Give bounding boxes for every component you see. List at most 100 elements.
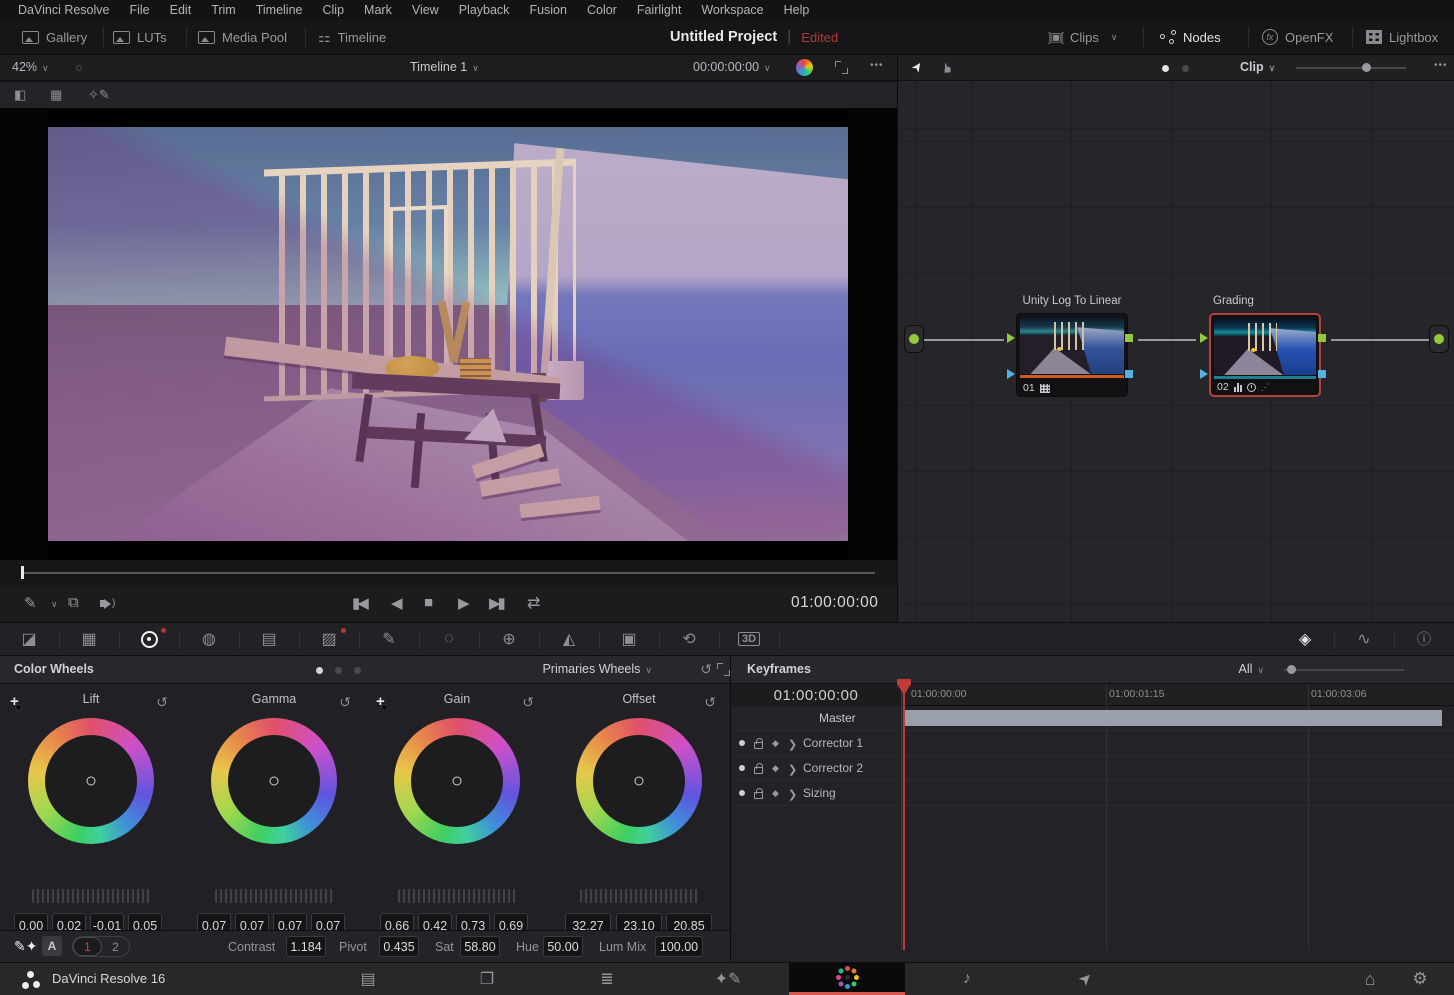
- key-output-port[interactable]: [1318, 370, 1326, 378]
- rgb-input-port[interactable]: [1007, 333, 1015, 343]
- node-mode-selector[interactable]: Clip∨: [1240, 60, 1275, 74]
- rgb-output-port[interactable]: [1318, 334, 1326, 342]
- expand-panel-icon[interactable]: [717, 663, 730, 676]
- auto-balance-icon[interactable]: A: [42, 936, 62, 956]
- video-viewer[interactable]: [0, 108, 897, 560]
- keyframe-diamond-icon[interactable]: ◆: [772, 788, 779, 799]
- loop-icon[interactable]: ⇄: [527, 593, 540, 613]
- expand-viewer-icon[interactable]: [835, 61, 848, 74]
- grid-view-icon[interactable]: ▦: [50, 87, 62, 103]
- reset-all-icon[interactable]: ↺: [700, 661, 712, 678]
- keyframes-playhead[interactable]: [903, 684, 905, 950]
- chevron-right-icon[interactable]: ❯: [788, 788, 797, 801]
- menu-timeline[interactable]: Timeline: [246, 0, 313, 20]
- reset-icon[interactable]: ↺: [156, 694, 168, 711]
- power-windows-icon[interactable]: ◌: [429, 623, 469, 655]
- clip-timecode[interactable]: 00:00:00:00∨: [693, 60, 771, 74]
- lum-mix-value[interactable]: 100.00: [655, 936, 703, 957]
- magic-wand-icon[interactable]: ✧✎: [88, 87, 110, 103]
- scrubber-track[interactable]: [23, 572, 875, 574]
- master-track-bar[interactable]: [904, 710, 1442, 726]
- key-input-port[interactable]: [1200, 369, 1208, 379]
- media-page-icon[interactable]: ▤: [338, 963, 398, 995]
- pivot-value[interactable]: 0.435: [379, 936, 419, 957]
- sat-value[interactable]: 58.80: [460, 936, 500, 957]
- key-output-port[interactable]: [1125, 370, 1133, 378]
- sizing-icon[interactable]: ▣: [609, 623, 649, 655]
- viewer-options-icon[interactable]: •••: [870, 60, 884, 71]
- menu-view[interactable]: View: [402, 0, 449, 20]
- 3d-icon[interactable]: 3D: [729, 623, 769, 655]
- menu-workspace[interactable]: Workspace: [691, 0, 773, 20]
- fairlight-page-icon[interactable]: ♪: [937, 963, 997, 995]
- reset-icon[interactable]: ↺: [704, 694, 716, 711]
- stabilizer-icon[interactable]: ⟲: [669, 623, 709, 655]
- menu-fusion[interactable]: Fusion: [519, 0, 577, 20]
- scopes-icon[interactable]: ∿: [1344, 623, 1384, 655]
- color-picker-icon[interactable]: ✎: [24, 594, 37, 612]
- node-01[interactable]: 01: [1016, 313, 1128, 397]
- gallery-button[interactable]: Gallery: [22, 20, 87, 54]
- cut-page-icon[interactable]: ❐: [457, 963, 517, 995]
- menu-help[interactable]: Help: [774, 0, 820, 20]
- menu-file[interactable]: File: [119, 0, 159, 20]
- timeline-selector[interactable]: Timeline 1∨: [410, 60, 479, 74]
- keyframes-playhead-handle[interactable]: [897, 684, 911, 695]
- scrubber-playhead[interactable]: [21, 566, 24, 579]
- gamma-color-wheel[interactable]: [211, 718, 337, 844]
- nav-dot[interactable]: [1182, 65, 1189, 72]
- lift-master-wheel[interactable]: [32, 889, 150, 903]
- tracker-icon[interactable]: ⊕: [489, 623, 529, 655]
- node-options-icon[interactable]: •••: [1434, 60, 1448, 71]
- motion-effects-icon[interactable]: ▤: [249, 623, 289, 655]
- viewer-zoom-select[interactable]: 42%∨: [12, 60, 49, 74]
- keyframes-filter[interactable]: All∨: [1239, 662, 1265, 676]
- luts-button[interactable]: LUTs: [113, 20, 167, 54]
- node-zoom-knob[interactable]: [1362, 63, 1371, 72]
- output-terminal[interactable]: [1429, 325, 1449, 353]
- page-1-button[interactable]: 1: [73, 937, 102, 956]
- qualifier-icon[interactable]: ✎: [369, 623, 409, 655]
- reset-icon[interactable]: ↺: [339, 694, 351, 711]
- stop-icon[interactable]: ■: [424, 594, 433, 611]
- play-icon[interactable]: ▶: [458, 594, 470, 612]
- node-graph[interactable]: Unity Log To Linear 01 Grading: [898, 81, 1454, 622]
- auto-wand-icon[interactable]: ✎✦: [14, 938, 37, 955]
- offset-master-wheel[interactable]: [580, 889, 698, 903]
- color-page-icon-active[interactable]: [789, 963, 905, 995]
- offset-color-wheel[interactable]: [576, 718, 702, 844]
- menu-edit[interactable]: Edit: [160, 0, 202, 20]
- hand-tool-icon[interactable]: ☛: [940, 62, 956, 74]
- chevron-down-icon[interactable]: ∨: [51, 599, 58, 610]
- menu-clip[interactable]: Clip: [313, 0, 355, 20]
- contrast-value[interactable]: 1.184: [286, 936, 326, 957]
- wheels-mode-selector[interactable]: Primaries Wheels∨: [542, 662, 652, 676]
- key-input-port[interactable]: [1007, 369, 1015, 379]
- keyframes-panel-icon[interactable]: ◈: [1285, 623, 1325, 655]
- node-zoom-slider[interactable]: [1296, 67, 1406, 69]
- openfx-button[interactable]: fx OpenFX: [1262, 20, 1333, 54]
- page-dots[interactable]: [316, 667, 361, 674]
- enable-dot-icon[interactable]: [739, 740, 745, 746]
- timeline-button[interactable]: ⚏ Timeline: [318, 20, 386, 54]
- menu-color[interactable]: Color: [577, 0, 627, 20]
- track-row-sizing[interactable]: ◆ ❯ Sizing: [731, 781, 1454, 806]
- rgb-output-port[interactable]: [1125, 334, 1133, 342]
- rgb-mixer-icon[interactable]: ◍: [189, 623, 229, 655]
- keyframes-zoom-slider[interactable]: [1284, 669, 1404, 671]
- menu-fairlight[interactable]: Fairlight: [627, 0, 691, 20]
- keyframe-diamond-icon[interactable]: ◆: [772, 763, 779, 774]
- enable-dot-icon[interactable]: [739, 790, 745, 796]
- enhance-icon[interactable]: [796, 59, 813, 76]
- nav-dot-active[interactable]: [1162, 65, 1169, 72]
- settings-gear-icon[interactable]: ⚙: [1390, 963, 1450, 995]
- chevron-right-icon[interactable]: ❯: [788, 738, 797, 751]
- color-match-icon[interactable]: ▦: [69, 623, 109, 655]
- wheel-indicator[interactable]: [453, 777, 462, 786]
- menu-mark[interactable]: Mark: [354, 0, 402, 20]
- audio-mute-icon[interactable]: ): [100, 598, 115, 609]
- wipe-modes-icon[interactable]: ⧉: [68, 594, 79, 611]
- gain-color-wheel[interactable]: [394, 718, 520, 844]
- keyframes-ruler[interactable]: 01:00:00:00 01:00:01:15 01:00:03:06: [901, 684, 1454, 706]
- gain-master-wheel[interactable]: [398, 889, 516, 903]
